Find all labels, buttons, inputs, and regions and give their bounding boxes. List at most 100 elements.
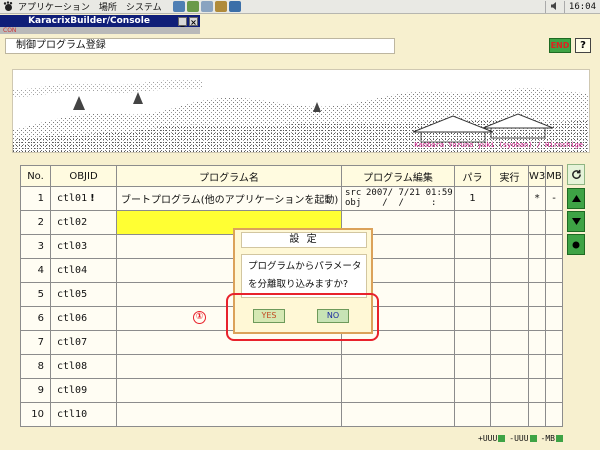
menu-system[interactable]: システム: [126, 0, 162, 13]
cell-exec[interactable]: [490, 330, 529, 355]
cell-mb[interactable]: [545, 402, 563, 427]
column-header-w3: W3: [527, 165, 547, 187]
cell-program-edit[interactable]: [341, 354, 455, 379]
cell-w3[interactable]: [527, 402, 547, 427]
table-row[interactable]: 9 ctl09: [20, 378, 563, 403]
cell-param[interactable]: [454, 330, 491, 355]
volume-icon[interactable]: [550, 1, 560, 14]
cell-mb[interactable]: [545, 282, 563, 307]
cell-program-edit[interactable]: src obj 2007/ 7/21 01:59 / / :: [341, 186, 455, 211]
cell-program-name[interactable]: [116, 354, 342, 379]
cell-exec[interactable]: [490, 210, 529, 235]
cell-mb[interactable]: [545, 258, 563, 283]
cell-param[interactable]: [454, 354, 491, 379]
help-button[interactable]: ?: [575, 38, 591, 53]
cell-no[interactable]: 6: [20, 306, 51, 331]
cell-no[interactable]: 10: [20, 402, 51, 427]
cell-mb[interactable]: [545, 306, 563, 331]
cell-mb[interactable]: [545, 354, 563, 379]
cell-program-name[interactable]: ブートプログラム(他のアプリケーションを起動): [116, 186, 342, 211]
cell-mb[interactable]: [545, 234, 563, 259]
footer-button-minus-mb[interactable]: -MB: [541, 434, 563, 443]
cell-w3[interactable]: [527, 210, 547, 235]
table-header-row: No. OBJID プログラム名 プログラム編集 パラ 実行 W3 MB: [20, 165, 563, 187]
cell-objid[interactable]: ctl04: [50, 258, 117, 283]
cell-param[interactable]: [454, 210, 491, 235]
table-row[interactable]: 10 ctl10: [20, 402, 563, 427]
cell-exec[interactable]: [490, 402, 529, 427]
cell-no[interactable]: 5: [20, 282, 51, 307]
cell-param[interactable]: [454, 378, 491, 403]
cell-objid[interactable]: ctl09: [50, 378, 117, 403]
table-row[interactable]: 1 ctl01! ブートプログラム(他のアプリケーションを起動) src obj 200…: [20, 186, 563, 211]
cell-exec[interactable]: [490, 306, 529, 331]
cell-no[interactable]: 3: [20, 234, 51, 259]
cell-param[interactable]: [454, 234, 491, 259]
cell-objid[interactable]: ctl10: [50, 402, 117, 427]
cell-exec[interactable]: [490, 258, 529, 283]
editor-launcher-icon[interactable]: [200, 1, 213, 12]
cell-exec[interactable]: [490, 186, 529, 211]
cell-w3[interactable]: [527, 306, 547, 331]
cell-no[interactable]: 8: [20, 354, 51, 379]
mail-launcher-icon[interactable]: [186, 1, 199, 12]
cell-objid[interactable]: ctl03: [50, 234, 117, 259]
cell-program-name[interactable]: [116, 378, 342, 403]
cell-mb[interactable]: [545, 378, 563, 403]
cell-param[interactable]: [454, 258, 491, 283]
cell-no[interactable]: 2: [20, 210, 51, 235]
cell-program-edit[interactable]: [341, 378, 455, 403]
cell-program-name[interactable]: [116, 402, 342, 427]
cell-exec[interactable]: [490, 354, 529, 379]
cell-param[interactable]: [454, 306, 491, 331]
cell-w3[interactable]: *: [527, 186, 547, 211]
clock[interactable]: 16:04: [569, 2, 596, 12]
scroll-down-button[interactable]: [567, 211, 585, 232]
cell-objid[interactable]: ctl05: [50, 282, 117, 307]
cell-w3[interactable]: [527, 378, 547, 403]
menu-applications[interactable]: アプリケーション: [18, 0, 90, 13]
column-header-mb: MB: [545, 165, 563, 187]
cell-w3[interactable]: [527, 282, 547, 307]
console-titlebar[interactable]: KaracrixBuilder/Console _ ×: [0, 15, 200, 27]
table-row[interactable]: 8 ctl08: [20, 354, 563, 379]
cell-no[interactable]: 4: [20, 258, 51, 283]
cell-exec[interactable]: [490, 234, 529, 259]
dot-button[interactable]: [567, 234, 585, 255]
cell-exec[interactable]: [490, 282, 529, 307]
browser-launcher-icon[interactable]: [172, 1, 185, 12]
dialog-message-line1: プログラムからパラメータ: [248, 261, 362, 272]
end-button[interactable]: END: [549, 38, 571, 53]
cell-objid[interactable]: ctl07: [50, 330, 117, 355]
cell-program-edit[interactable]: [341, 402, 455, 427]
arrow-up-icon: [571, 195, 581, 202]
terminal-launcher-icon[interactable]: [214, 1, 227, 12]
footer-button-minus-uuu[interactable]: -UUU: [509, 434, 537, 443]
cell-objid[interactable]: ctl02: [50, 210, 117, 235]
cell-exec[interactable]: [490, 378, 529, 403]
close-button[interactable]: ×: [189, 16, 198, 27]
minimize-button[interactable]: _: [178, 16, 187, 27]
help-launcher-icon[interactable]: [228, 1, 241, 12]
cell-no[interactable]: 9: [20, 378, 51, 403]
cell-param[interactable]: [454, 402, 491, 427]
cell-objid[interactable]: ctl08: [50, 354, 117, 379]
cell-w3[interactable]: [527, 258, 547, 283]
cell-objid[interactable]: ctl01!: [50, 186, 117, 211]
footer-button-plus-uuu[interactable]: +UUU: [478, 434, 506, 443]
cell-objid[interactable]: ctl06: [50, 306, 117, 331]
gnome-foot-icon[interactable]: [2, 1, 15, 12]
cell-w3[interactable]: [527, 234, 547, 259]
menu-places[interactable]: 場所: [99, 0, 117, 13]
cell-mb[interactable]: [545, 210, 563, 235]
cell-no[interactable]: 1: [20, 186, 51, 211]
cell-param[interactable]: 1: [454, 186, 491, 211]
scroll-up-button[interactable]: [567, 188, 585, 209]
cell-mb[interactable]: -: [545, 186, 563, 211]
cell-param[interactable]: [454, 282, 491, 307]
cell-no[interactable]: 7: [20, 330, 51, 355]
cell-mb[interactable]: [545, 330, 563, 355]
cell-w3[interactable]: [527, 330, 547, 355]
refresh-button[interactable]: [567, 164, 585, 185]
cell-w3[interactable]: [527, 354, 547, 379]
